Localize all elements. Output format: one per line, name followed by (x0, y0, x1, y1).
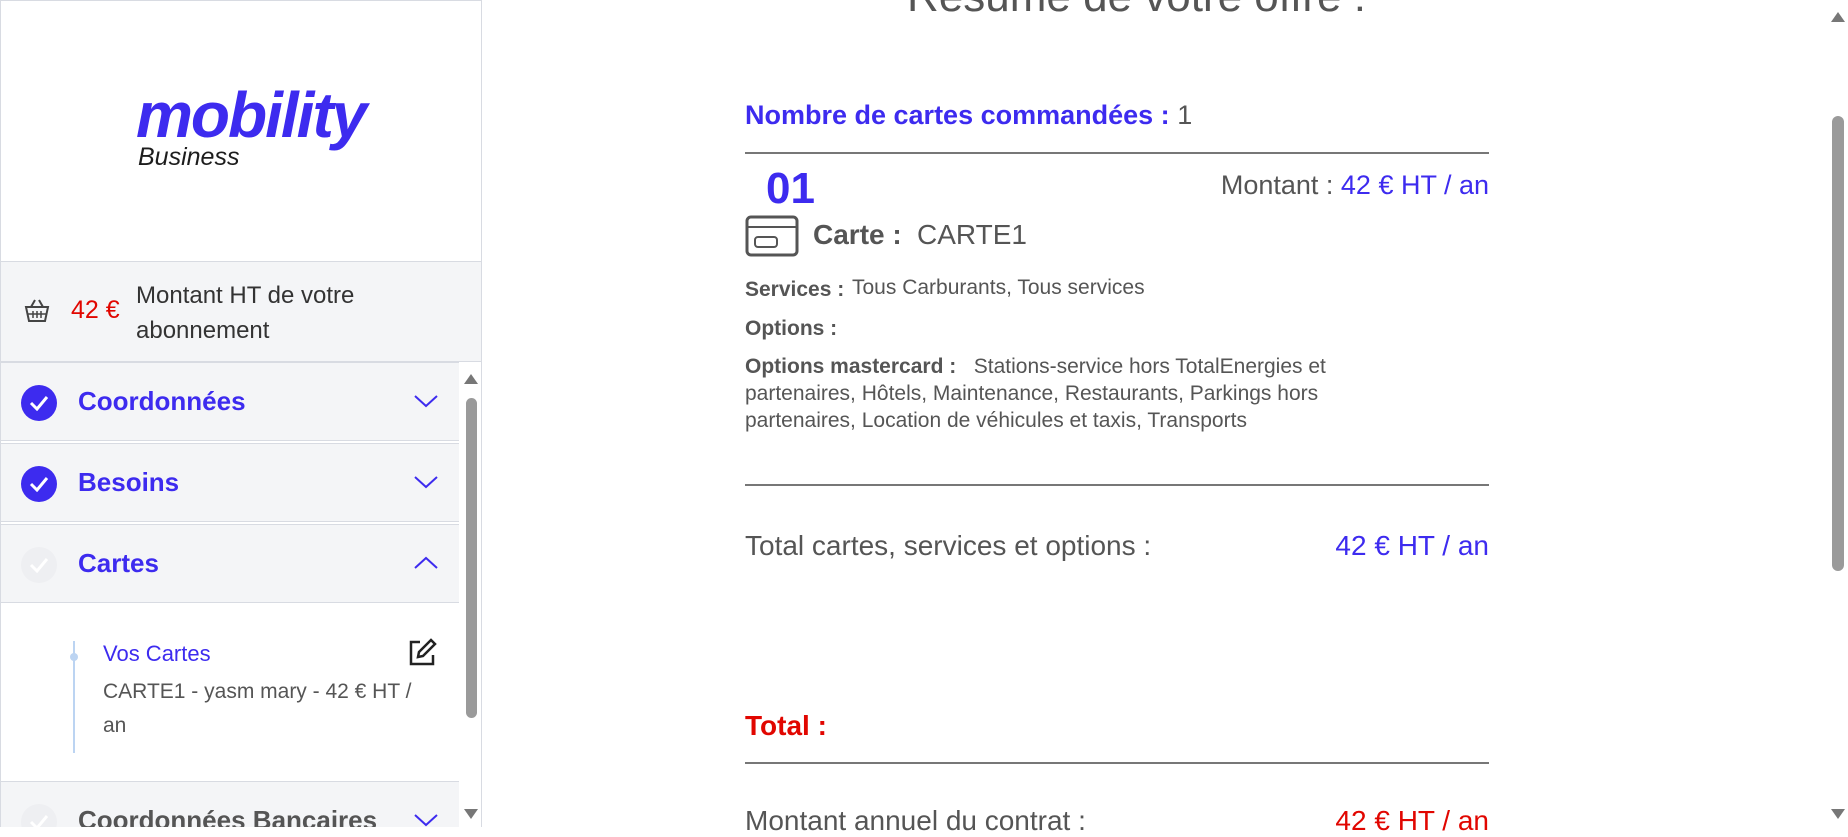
chevron-down-icon[interactable] (413, 391, 439, 411)
total-cards-label: Total cartes, services et options : (745, 530, 1152, 561)
chevron-up-icon[interactable] (413, 553, 439, 573)
vos-cartes-title: Vos Cartes (103, 641, 211, 666)
card-amount: Montant : 42 € HT / an (1221, 170, 1489, 201)
card-amount-value: 42 € HT / an (1340, 170, 1489, 200)
card-summary-text: CARTE1 - yasm mary - 42 € HT / an (103, 680, 412, 737)
card-amount-label: Montant : (1220, 170, 1334, 200)
step-coordonnees-bancaires[interactable]: Coordonnées Bancaires (1, 781, 459, 827)
brand-logo[interactable]: mobility Business (136, 79, 367, 171)
step-label: Coordonnées (78, 386, 246, 416)
timeline-dot (70, 653, 78, 661)
subscription-amount: 42 € (71, 296, 120, 324)
card-count-label: Nombre de cartes commandées : (745, 100, 1170, 130)
step-done-check-icon (21, 385, 57, 421)
step-pending-check-icon (21, 804, 57, 827)
step-label: Besoins (78, 467, 180, 497)
step-coordonnees[interactable]: Coordonnées (1, 362, 459, 441)
divider (745, 152, 1489, 154)
step-cartes[interactable]: Cartes (1, 524, 459, 603)
cartes-panel: Vos Cartes CARTE1 - yasm mary - 42 € HT … (1, 605, 459, 781)
card-count-value: 1 (1177, 100, 1193, 130)
scroll-up-arrow-icon[interactable] (464, 374, 478, 384)
subscription-label: Montant HT de votre abonnement (136, 282, 355, 344)
scroll-up-arrow-icon[interactable] (1831, 12, 1845, 22)
credit-card-icon (745, 215, 799, 257)
annual-amount-value: 42 € HT / an (1335, 805, 1489, 836)
card-name: CARTE1 (917, 219, 1027, 250)
annual-amount-label: Montant annuel du contrat : (745, 805, 1086, 836)
step-done-check-icon (21, 466, 57, 502)
page-title: Résumé de votre offre : (907, 0, 1366, 22)
divider (745, 762, 1489, 764)
sidebar: mobility Business 42 € Montant HT de vot… (0, 0, 482, 827)
step-label: Cartes (78, 548, 159, 578)
scroll-down-arrow-icon[interactable] (464, 809, 478, 819)
total-label: Total : (745, 710, 827, 741)
step-pending-check-icon (21, 547, 57, 583)
chevron-down-icon[interactable] (413, 472, 439, 492)
options-label: Options : (745, 317, 838, 340)
card-label: Carte : (813, 219, 902, 250)
logo-subtitle: Business (138, 143, 240, 171)
mastercard-options: Options mastercard : Stations-service ho… (745, 353, 1345, 434)
subscription-summary: 42 € Montant HT de votre abonnement (1, 261, 481, 362)
page-scrollbar[interactable] (1828, 0, 1848, 827)
scroll-down-arrow-icon[interactable] (1831, 809, 1845, 819)
chevron-down-icon[interactable] (413, 810, 439, 827)
card-number: 01 (766, 164, 815, 213)
steps-accordion: Coordonnées Besoins Cartes Vos Cartes CA… (1, 362, 459, 827)
services-value: Tous Carburants, Tous services (852, 276, 1145, 299)
total-cards-value: 42 € HT / an (1335, 530, 1489, 561)
logo-area: mobility Business (1, 0, 481, 260)
offer-summary: Résumé de votre offre : Nombre de cartes… (482, 0, 1828, 836)
edit-icon[interactable] (406, 637, 438, 669)
logo-word: mobility (136, 79, 367, 151)
page-scroll-thumb[interactable] (1832, 116, 1844, 571)
mastercard-options-label: Options mastercard : (745, 355, 957, 378)
services-label: Services : (745, 278, 845, 301)
card-count: Nombre de cartes commandées : 1 (745, 100, 1192, 131)
divider (745, 484, 1489, 486)
basket-icon (24, 299, 50, 322)
sidebar-scrollbar[interactable] (461, 362, 481, 827)
sidebar-scroll-thumb[interactable] (466, 398, 477, 718)
step-besoins[interactable]: Besoins (1, 443, 459, 522)
step-label: Coordonnées Bancaires (78, 805, 378, 827)
